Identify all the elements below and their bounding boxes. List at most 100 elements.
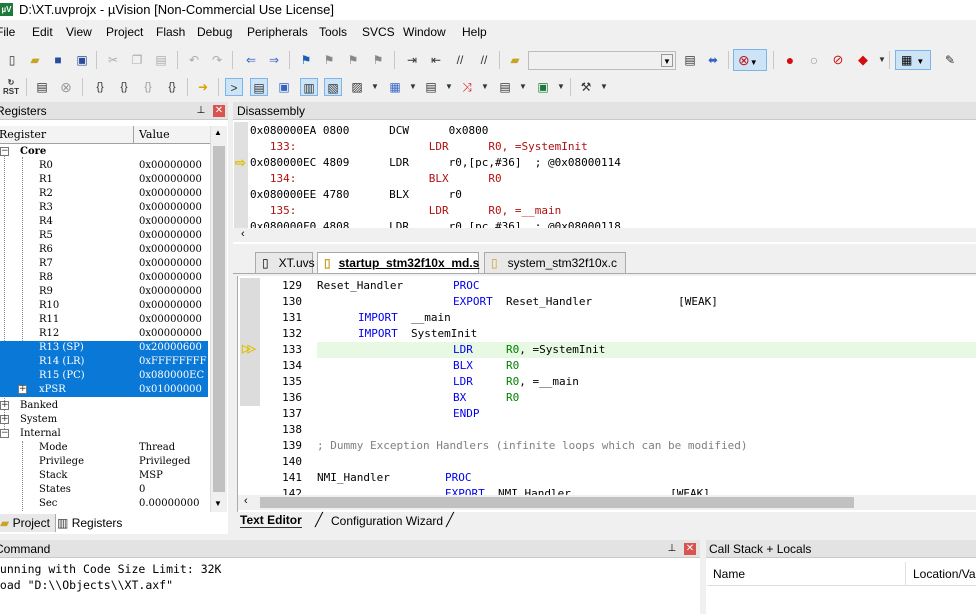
register-value[interactable]: 0x080000EC [139, 369, 204, 383]
chevron-down-icon[interactable]: ▼ [440, 78, 458, 96]
toolbox-icon[interactable]: ⚒ [577, 78, 595, 96]
menu-flash[interactable]: Flash [156, 25, 185, 39]
disassembly-window-icon[interactable]: ▤ [250, 78, 268, 96]
menu-tools[interactable]: Tools [319, 25, 347, 39]
save-icon[interactable]: ■ [49, 51, 67, 69]
tree-group-banked[interactable]: + Banked [0, 399, 208, 413]
run-icon[interactable]: ▤ [33, 78, 51, 96]
navigate-back-icon[interactable]: ⇐ [242, 51, 260, 69]
find-combo[interactable]: ▼ [528, 51, 676, 70]
debug-session-icon[interactable]: ⊗▼ [733, 49, 767, 71]
column-register[interactable]: Register [0, 128, 46, 141]
close-icon[interactable]: ✕ [213, 105, 225, 117]
collapse-icon[interactable]: − [0, 147, 9, 156]
cut-icon[interactable]: ✂ [104, 51, 122, 69]
find-in-files-icon[interactable]: ▰ [506, 51, 524, 69]
menu-project[interactable]: Project [106, 25, 143, 39]
find-icon[interactable]: ▤ [681, 51, 699, 69]
reset-icon[interactable]: ↻ RST [2, 78, 20, 96]
register-value[interactable]: 0x00000000 [139, 173, 202, 187]
register-value[interactable]: 0x00000000 [139, 327, 202, 341]
internal-row[interactable]: Mode Thread [0, 441, 208, 455]
disassembly-instruction-line[interactable]: 0x080000EC 4809 LDR r0,[pc,#36] ; @0x080… [250, 155, 621, 171]
code-statement[interactable]: BX R0 [453, 390, 519, 406]
disable-breakpoint-icon[interactable]: ○ [805, 51, 823, 69]
register-row[interactable]: R11 0x00000000 [0, 313, 208, 327]
open-folder-icon[interactable]: ▰ [26, 51, 44, 69]
register-row[interactable]: R3 0x00000000 [0, 201, 208, 215]
trace-window-icon[interactable]: ▤ [496, 78, 514, 96]
code-statement[interactable]: LDR R0, =__main [453, 374, 579, 390]
chevron-down-icon[interactable]: ▼ [366, 78, 384, 96]
register-row[interactable]: R7 0x00000000 [0, 257, 208, 271]
register-row[interactable]: R8 0x00000000 [0, 271, 208, 285]
tab-text-editor[interactable]: Text Editor [240, 513, 302, 528]
scroll-left-icon[interactable]: ‹ [244, 495, 248, 507]
register-value[interactable]: 0x00000000 [139, 285, 202, 299]
tab-registers[interactable]: ▥ Registers [57, 514, 129, 532]
chevron-down-icon[interactable]: ▼ [476, 78, 494, 96]
redo-icon[interactable]: ↷ [208, 51, 226, 69]
code-statement[interactable]: BLX R0 [453, 358, 519, 374]
scroll-up-icon[interactable]: ▲ [214, 128, 222, 137]
register-value[interactable]: 0x00000000 [139, 229, 202, 243]
undo-icon[interactable]: ↶ [185, 51, 203, 69]
kill-all-breakpoints-icon[interactable]: ◆ [854, 51, 872, 69]
register-value[interactable]: 0x00000000 [139, 257, 202, 271]
code-label[interactable]: Reset_Handler [317, 278, 403, 294]
register-row[interactable]: R12 0x00000000 [0, 327, 208, 341]
register-row[interactable]: R2 0x00000000 [0, 187, 208, 201]
menu-help[interactable]: Help [462, 25, 487, 39]
disassembly-source-line[interactable]: 134: BLX R0 [250, 171, 502, 187]
menu-view[interactable]: View [66, 25, 92, 39]
call-stack-window-icon[interactable]: ▧ [324, 78, 342, 96]
register-value[interactable]: 0x00000000 [139, 201, 202, 215]
expand-icon[interactable]: + [18, 385, 27, 394]
disassembly-instruction-line[interactable]: 0x080000EE 4780 BLX r0 [250, 187, 462, 203]
column-value[interactable]: Value [139, 128, 170, 141]
code-statement[interactable]: PROC [445, 470, 472, 486]
tree-group-core[interactable]: − Core [0, 145, 208, 159]
close-icon[interactable]: ✕ [684, 543, 696, 555]
copy-icon[interactable]: ❐ [128, 51, 146, 69]
register-value[interactable]: 0x00000000 [139, 187, 202, 201]
watch-window-icon[interactable]: ▨ [348, 78, 366, 96]
scroll-thumb[interactable] [260, 497, 854, 508]
configure-icon[interactable]: ✎ [941, 51, 959, 69]
register-value[interactable]: 0x00000000 [139, 299, 202, 313]
column-name[interactable]: Name [713, 567, 745, 581]
menu-debug[interactable]: Debug [197, 25, 232, 39]
collapse-icon[interactable]: − [0, 429, 9, 438]
code-statement[interactable]: PROC [453, 278, 480, 294]
tab-system-stm32f10x[interactable]: ▯ system_stm32f10x.c [484, 252, 626, 273]
register-row[interactable]: R5 0x00000000 [0, 229, 208, 243]
serial-window-icon[interactable]: ▤ [422, 78, 440, 96]
command-window-icon[interactable]: > [225, 78, 243, 96]
register-value[interactable]: 0x01000000 [139, 383, 202, 397]
expand-icon[interactable]: + [0, 415, 9, 424]
chevron-down-icon[interactable]: ▼ [595, 78, 613, 96]
prev-bookmark-icon[interactable]: ⚑ [320, 51, 338, 69]
internal-row[interactable]: States 0 [0, 483, 208, 497]
scroll-left-icon[interactable]: ‹ [241, 228, 245, 240]
tree-group-system[interactable]: + System [0, 413, 208, 427]
disassembly-source-line[interactable]: 133: LDR R0, =SystemInit [250, 139, 588, 155]
register-value[interactable]: 0x20000600 [139, 341, 202, 355]
pin-icon[interactable]: ⊥ [666, 543, 678, 555]
breakpoint-icon[interactable]: ● [781, 51, 799, 69]
register-row[interactable]: R0 0x00000000 [0, 159, 208, 173]
code-statement[interactable]: IMPORT __main [358, 310, 451, 326]
stop-icon[interactable]: ⊗ [57, 78, 75, 96]
save-all-icon[interactable]: ▣ [73, 51, 91, 69]
run-to-cursor-icon[interactable]: {} [163, 78, 181, 96]
code-label[interactable]: NMI_Handler [317, 470, 390, 486]
code-statement[interactable]: IMPORT SystemInit [358, 326, 477, 342]
menu-file[interactable]: File [0, 25, 15, 39]
register-row[interactable]: R15 (PC) 0x080000EC [0, 369, 208, 383]
new-file-icon[interactable]: ▯ [3, 51, 21, 69]
window-layout-icon[interactable]: ▦ ▼ [895, 50, 931, 70]
register-row[interactable]: R14 (LR) 0xFFFFFFFF [0, 355, 208, 369]
register-value[interactable]: 0x00000000 [139, 271, 202, 285]
clear-bookmarks-icon[interactable]: ⚑ [369, 51, 387, 69]
navigate-forward-icon[interactable]: ⇒ [265, 51, 283, 69]
